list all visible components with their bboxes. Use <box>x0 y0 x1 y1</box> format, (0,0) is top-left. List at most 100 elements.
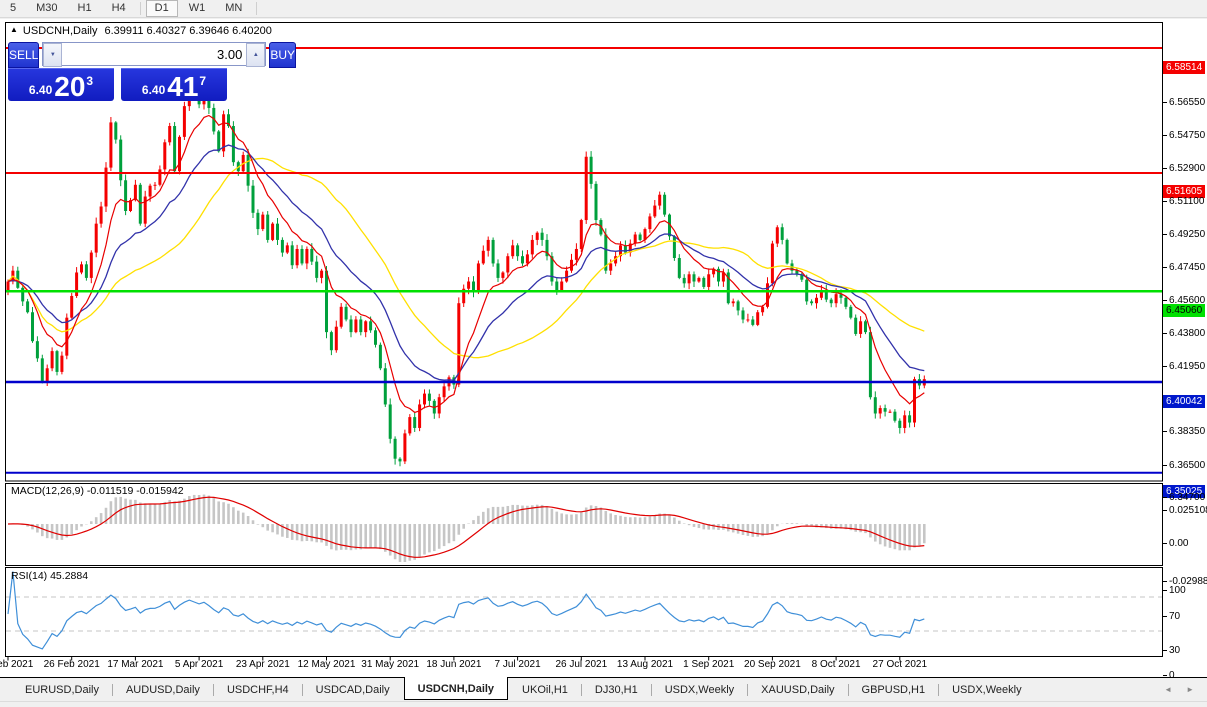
chart-symbol-label: USDCNH,Daily <box>23 25 98 37</box>
price-axis-label: 6.49250 <box>1163 229 1205 240</box>
axis-tick-label: 6.38350 <box>1169 426 1205 437</box>
macd-indicator-label: MACD(12,26,9) -0.011519 -0.015942 <box>11 485 184 497</box>
axis-tick-label: 0.00 <box>1169 538 1188 549</box>
axis-tick-label: 0 <box>1169 670 1175 677</box>
price-axis-label: 70 <box>1163 611 1180 622</box>
price-level-badge: 6.45060 <box>1163 304 1205 317</box>
tab-audusd-daily[interactable]: AUDUSD,Daily <box>113 678 213 701</box>
date-axis-label: 8 Feb 2021 <box>0 659 33 670</box>
axis-tick-label: 6.41950 <box>1169 361 1205 372</box>
sell-button[interactable]: SELL <box>8 42 39 68</box>
buy-button[interactable]: BUY <box>269 42 296 68</box>
rsi-indicator-label: RSI(14) 45.2884 <box>11 570 88 582</box>
axis-tick <box>1163 234 1167 235</box>
tab-scroll-right-icon[interactable]: ► <box>1179 683 1201 696</box>
axis-tick <box>1163 333 1167 334</box>
volume-decrease-button[interactable]: ▼ <box>43 43 62 67</box>
axis-tick-label: 6.52900 <box>1169 163 1205 174</box>
timeframe-button-d1[interactable]: D1 <box>146 0 178 17</box>
panel-collapse-icon[interactable]: ▲ <box>10 25 18 34</box>
price-axis-label: 6.34700 <box>1163 492 1205 503</box>
date-axis-label: 31 May 2021 <box>361 659 419 670</box>
timeframe-button-w1[interactable]: W1 <box>180 0 215 17</box>
axis-tick <box>1163 497 1167 498</box>
price-axis-label: 0 <box>1163 670 1175 677</box>
chart-tab-bar: EURUSD,DailyAUDUSD,DailyUSDCHF,H4USDCAD,… <box>0 678 1207 701</box>
sell-price-pip: 3 <box>86 74 93 88</box>
tab-ukoil-h1[interactable]: UKOil,H1 <box>509 678 581 701</box>
timeframe-toolbar: 5M30H1H4 D1W1MN <box>0 0 1207 18</box>
toolbar-separator <box>256 2 257 15</box>
price-axis-label: 6.52900 <box>1163 163 1205 174</box>
tab-dj30-h1[interactable]: DJ30,H1 <box>582 678 651 701</box>
axis-tick <box>1163 267 1167 268</box>
sell-price-big: 20 <box>54 74 85 100</box>
spin-down-icon: ▼ <box>50 52 56 58</box>
date-axis-label: 26 Feb 2021 <box>44 659 100 670</box>
tab-gbpusd-h1[interactable]: GBPUSD,H1 <box>849 678 939 701</box>
volume-input[interactable] <box>62 43 246 65</box>
axis-tick <box>1163 510 1167 511</box>
one-click-trade-panel: SELL ▼ ▲ BUY 6.40 20 3 <box>8 42 227 101</box>
time-scale[interactable]: 8 Feb 2021 26 Feb 2021 17 Mar 2021 5 Apr 20… <box>0 657 1163 673</box>
date-axis-label: 17 Mar 2021 <box>107 659 163 670</box>
date-axis-label: 5 Apr 2021 <box>175 659 223 670</box>
axis-tick-label: 6.49250 <box>1169 229 1205 240</box>
price-axis-label: 30 <box>1163 645 1180 656</box>
volume-stepper: ▼ ▲ <box>42 42 266 66</box>
tab-usdx-weekly[interactable]: USDX,Weekly <box>939 678 1034 701</box>
date-axis-label: 27 Oct 2021 <box>873 659 927 670</box>
price-axis-label: 6.36500 <box>1163 460 1205 471</box>
price-axis-label: 6.43800 <box>1163 328 1205 339</box>
timeframe-button-h1[interactable]: H1 <box>69 0 101 17</box>
status-strip <box>0 701 1207 707</box>
price-level-badge: 6.58514 <box>1163 61 1205 74</box>
timeframe-button-5[interactable]: 5 <box>1 0 25 17</box>
buy-price-big: 41 <box>167 74 198 100</box>
price-axis-label: 6.54750 <box>1163 130 1205 141</box>
date-axis-label: 20 Sep 2021 <box>744 659 801 670</box>
date-axis-label: 1 Sep 2021 <box>683 659 734 670</box>
buy-price-button[interactable]: 6.40 41 7 <box>121 68 227 101</box>
tab-usdcad-daily[interactable]: USDCAD,Daily <box>303 678 403 701</box>
axis-tick-label: 6.56550 <box>1169 97 1205 108</box>
buy-price-pip: 7 <box>199 74 206 88</box>
axis-tick <box>1163 300 1167 301</box>
axis-tick <box>1163 366 1167 367</box>
tab-bar-padding <box>0 678 12 701</box>
timeframe-button-mn[interactable]: MN <box>216 0 251 17</box>
tab-scroll-left-icon[interactable]: ◄ <box>1157 683 1179 696</box>
chart-canvas[interactable] <box>5 22 1163 662</box>
price-axis-label: 6.47450 <box>1163 262 1205 273</box>
chart-region: ▲ USDCNH,Daily 6.39911 6.40327 6.39646 6… <box>0 19 1207 677</box>
date-axis-label: 18 Jun 2021 <box>426 659 481 670</box>
tab-usdx-weekly[interactable]: USDX,Weekly <box>652 678 747 701</box>
toolbar-separator <box>140 2 141 15</box>
tab-eurusd-daily[interactable]: EURUSD,Daily <box>12 678 112 701</box>
tab-xauusd-daily[interactable]: XAUUSD,Daily <box>748 678 847 701</box>
sell-price-button[interactable]: 6.40 20 3 <box>8 68 114 101</box>
price-level-badge: 6.40042 <box>1163 395 1205 408</box>
price-scale[interactable]: 6.585146.565506.547506.529006.516056.511… <box>1163 22 1207 677</box>
sell-price-base: 6.40 <box>29 83 52 97</box>
axis-tick-label: 6.36500 <box>1169 460 1205 471</box>
tab-usdchf-h4[interactable]: USDCHF,H4 <box>214 678 302 701</box>
timeframe-button-h4[interactable]: H4 <box>103 0 135 17</box>
price-axis-label: 6.51100 <box>1163 196 1204 207</box>
timeframe-button-m30[interactable]: M30 <box>27 0 66 17</box>
date-axis-label: 23 Apr 2021 <box>236 659 290 670</box>
volume-increase-button[interactable]: ▲ <box>246 43 265 67</box>
axis-tick <box>1163 201 1167 202</box>
date-axis-label: 7 Jul 2021 <box>495 659 541 670</box>
axis-tick <box>1163 465 1167 466</box>
axis-tick-label: 6.54750 <box>1169 130 1205 141</box>
date-axis-label: 26 Jul 2021 <box>555 659 607 670</box>
price-axis-label: 6.41950 <box>1163 361 1205 372</box>
tab-usdcnh-daily[interactable]: USDCNH,Daily <box>404 677 508 700</box>
axis-tick-label: 6.43800 <box>1169 328 1205 339</box>
axis-tick-label: 6.34700 <box>1169 492 1205 503</box>
axis-tick <box>1163 616 1167 617</box>
price-axis-label: 0.00 <box>1163 538 1188 549</box>
axis-tick <box>1163 543 1167 544</box>
axis-tick-label: 100 <box>1169 585 1186 596</box>
